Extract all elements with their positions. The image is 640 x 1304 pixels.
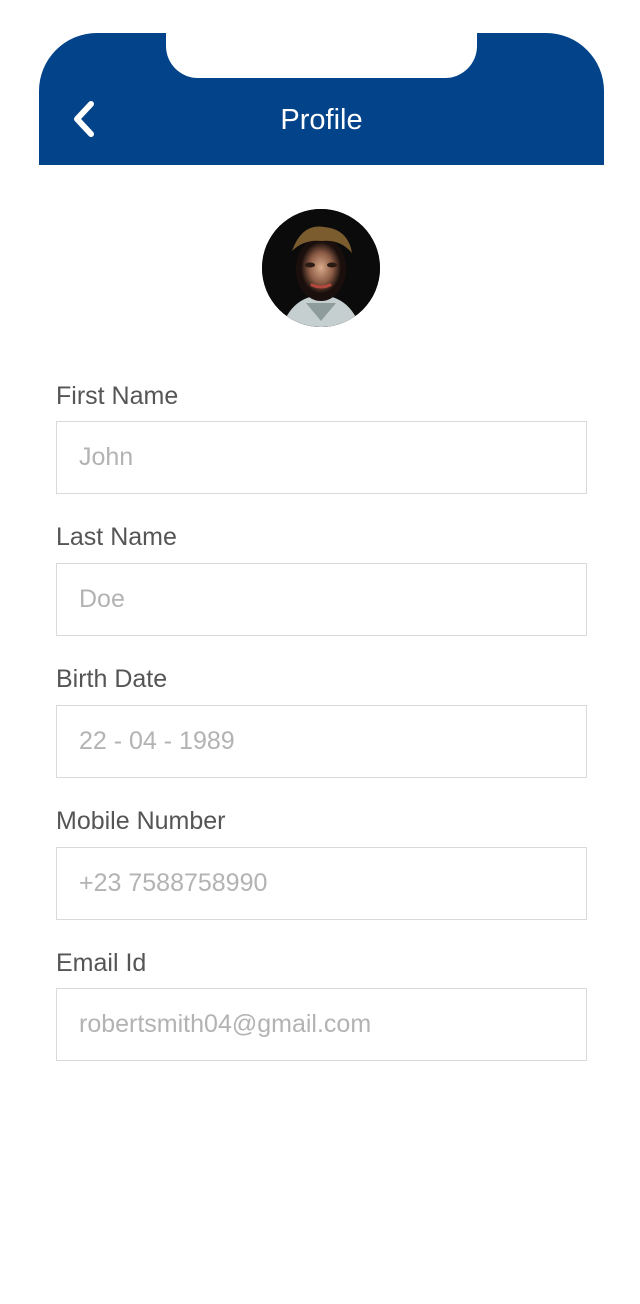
profile-avatar[interactable] (262, 209, 380, 327)
email-label: Email Id (56, 949, 147, 977)
mobile-number-input[interactable] (56, 847, 587, 920)
birth-date-label: Birth Date (56, 665, 168, 693)
phone-screen: Profile First Name Last Name Birth Date (39, 33, 604, 1304)
first-name-label: First Name (56, 382, 179, 410)
last-name-label: Last Name (56, 523, 177, 551)
last-name-input[interactable] (56, 563, 587, 636)
device-notch (166, 33, 477, 78)
birth-date-input[interactable] (56, 705, 587, 778)
first-name-input[interactable] (56, 421, 587, 494)
page-title: Profile (280, 104, 363, 136)
email-input[interactable] (56, 988, 587, 1061)
app-header: Profile (39, 33, 604, 165)
mobile-number-label: Mobile Number (56, 807, 226, 835)
